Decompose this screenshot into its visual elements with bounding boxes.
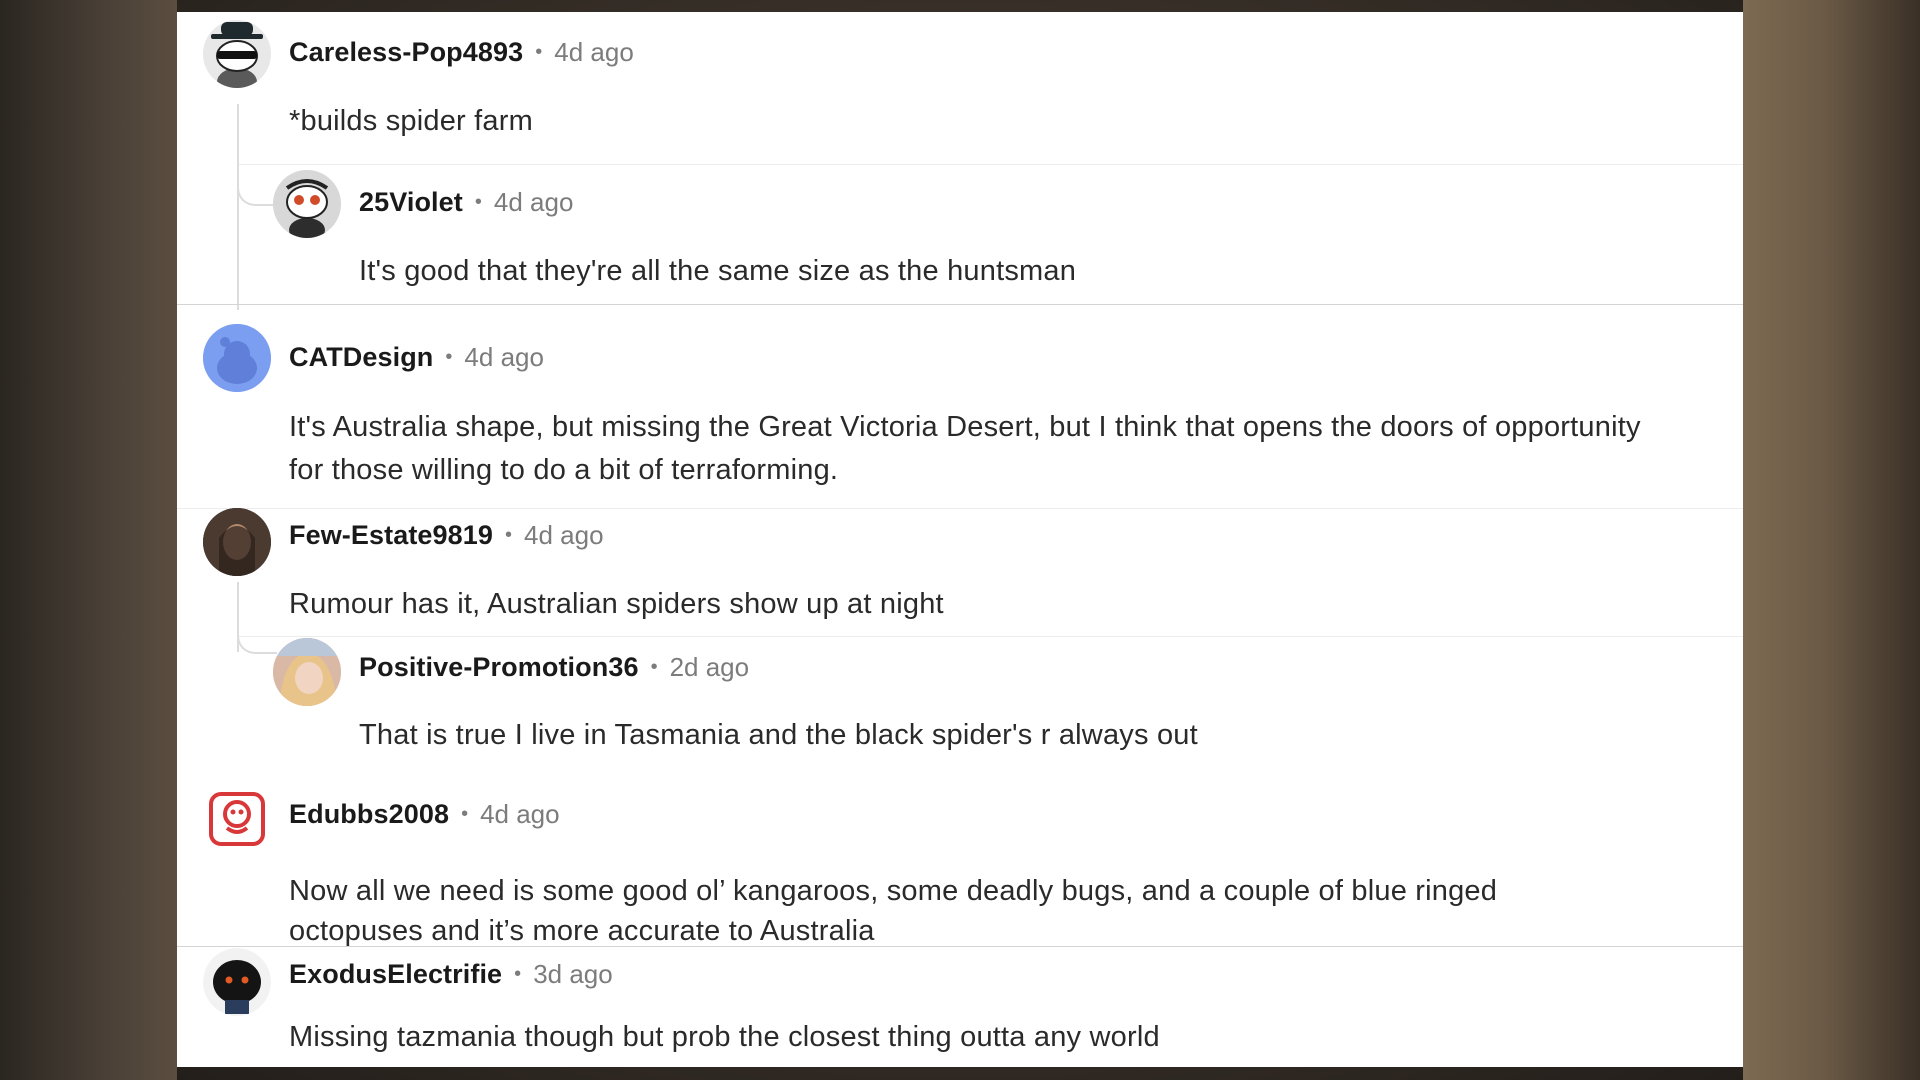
- background-right: [1743, 0, 1920, 1080]
- thread-branch: [237, 162, 277, 206]
- snoo-avatar-icon: [203, 20, 271, 88]
- avatar[interactable]: [273, 170, 341, 238]
- background-left: [0, 0, 177, 1080]
- comment-body: It's good that they're all the same size…: [359, 255, 1077, 287]
- separator-dot: •: [445, 345, 453, 368]
- thread-branch: [237, 612, 277, 654]
- comment-body: *builds spider farm: [289, 105, 533, 137]
- timestamp[interactable]: 4d ago: [524, 520, 604, 551]
- avatar[interactable]: [273, 638, 341, 706]
- separator-dot: •: [514, 962, 522, 985]
- comment-body: That is true I live in Tasmania and the …: [359, 719, 1198, 751]
- username[interactable]: Edubbs2008: [289, 799, 449, 830]
- snoo-default-avatar-icon: [203, 324, 271, 392]
- comment-meta: Few-Estate9819 • 4d ago: [289, 517, 604, 553]
- username[interactable]: 25Violet: [359, 187, 463, 218]
- username[interactable]: ExodusElectrifie: [289, 959, 502, 990]
- avatar[interactable]: [203, 324, 271, 392]
- divider: [239, 164, 1743, 165]
- avatar[interactable]: [203, 20, 271, 88]
- separator-dot: •: [461, 802, 469, 825]
- comment-thread-panel: Careless-Pop4893 • 4d ago *builds spider…: [177, 12, 1743, 1067]
- comment-body: Missing tazmania though but prob the clo…: [289, 1021, 1160, 1053]
- user-photo-avatar-icon: [203, 508, 271, 576]
- separator-dot: •: [535, 40, 543, 63]
- divider: [239, 636, 1743, 637]
- avatar[interactable]: [203, 784, 271, 852]
- comment-meta: Careless-Pop4893 • 4d ago: [289, 34, 634, 70]
- username[interactable]: Positive-Promotion36: [359, 652, 639, 683]
- user-photo-avatar-icon: [273, 638, 341, 706]
- comment-meta: ExodusElectrifie • 3d ago: [289, 956, 613, 992]
- timestamp[interactable]: 2d ago: [670, 652, 750, 683]
- username[interactable]: Careless-Pop4893: [289, 37, 523, 68]
- comment-meta: 25Violet • 4d ago: [359, 184, 573, 220]
- timestamp[interactable]: 4d ago: [554, 37, 634, 68]
- username[interactable]: Few-Estate9819: [289, 520, 493, 551]
- separator-dot: •: [650, 655, 658, 678]
- timestamp[interactable]: 3d ago: [533, 959, 613, 990]
- username[interactable]: CATDesign: [289, 342, 433, 373]
- timestamp[interactable]: 4d ago: [494, 187, 574, 218]
- comment-meta: Positive-Promotion36 • 2d ago: [359, 649, 749, 685]
- comment-body: Rumour has it, Australian spiders show u…: [289, 588, 944, 620]
- thread-line: [237, 104, 239, 310]
- timestamp[interactable]: 4d ago: [480, 799, 560, 830]
- timestamp[interactable]: 4d ago: [464, 342, 544, 373]
- comment-body: It's Australia shape, but missing the Gr…: [289, 411, 1641, 486]
- divider: [177, 508, 1743, 509]
- comment-meta: CATDesign • 4d ago: [289, 339, 544, 375]
- snoo-avatar-icon: [273, 170, 341, 238]
- divider: [177, 946, 1743, 947]
- divider: [177, 304, 1743, 305]
- comment-body: Now all we need is some good ol’ kangaro…: [289, 875, 1498, 947]
- snoo-dark-avatar-icon: [203, 948, 271, 1016]
- comment-meta: Edubbs2008 • 4d ago: [289, 796, 560, 832]
- avatar[interactable]: [203, 948, 271, 1016]
- flag-logo-avatar-icon: [209, 792, 265, 846]
- avatar[interactable]: [203, 508, 271, 576]
- separator-dot: •: [505, 523, 513, 546]
- separator-dot: •: [474, 190, 482, 213]
